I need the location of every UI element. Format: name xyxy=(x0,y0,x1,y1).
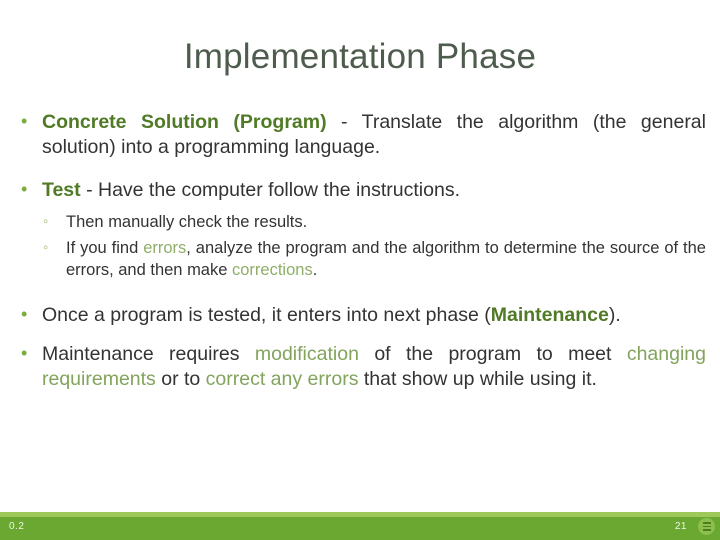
slide-footer: 0.2 21 xyxy=(0,512,720,540)
bullet-test: Test - Have the computer follow the inst… xyxy=(14,177,706,203)
keyword-corrections: corrections xyxy=(232,261,313,279)
keyword-concrete-solution: Concrete Solution (Program) xyxy=(42,111,327,133)
menu-line-3 xyxy=(702,529,711,531)
footer-version-label: 0.2 xyxy=(9,521,25,532)
bullet-once-tested-part2: ). xyxy=(608,304,621,326)
footer-page-number: 21 xyxy=(674,521,687,532)
keyword-modification: modification xyxy=(254,343,359,365)
bullet-maintenance-part2: of the program to meet xyxy=(358,343,627,365)
slide-body: Concrete Solution (Program) - Translate … xyxy=(14,109,706,392)
keyword-maintenance: Maintenance xyxy=(490,304,609,326)
sub-bullet-find-errors-part1: If you find xyxy=(66,239,144,257)
sub-bullet-find-errors-part3: . xyxy=(312,261,318,279)
sub-bullet-manual-check: Then manually check the results. xyxy=(28,211,706,233)
bullet-maintenance-part1: Maintenance requires xyxy=(42,343,255,365)
keyword-errors: errors xyxy=(143,239,187,257)
keyword-correct-any-errors: correct any errors xyxy=(205,368,359,390)
sub-bullet-find-errors: If you find errors, analyze the program … xyxy=(28,237,706,281)
menu-line-2 xyxy=(702,525,711,528)
bullet-test-text: - Have the computer follow the instructi… xyxy=(80,179,460,201)
bullet-maintenance-part4: that show up while using it. xyxy=(358,368,597,390)
page-title: Implementation Phase xyxy=(183,37,537,76)
bullet-maintenance-requires: Maintenance requires modification of the… xyxy=(14,341,706,392)
menu-line-1 xyxy=(702,522,711,524)
footer-bar xyxy=(0,517,720,540)
menu-circle-icon[interactable] xyxy=(698,518,715,535)
bullet-concrete-solution: Concrete Solution (Program) - Translate … xyxy=(14,109,706,160)
keyword-test: Test xyxy=(42,179,81,201)
bullet-maintenance-part3: or to xyxy=(155,368,206,390)
sub-bullet-manual-check-text: Then manually check the results. xyxy=(66,213,308,231)
bullet-once-tested: Once a program is tested, it enters into… xyxy=(14,302,706,328)
slide-canvas: Implementation Phase Concrete Solution (… xyxy=(0,0,720,540)
bullet-once-tested-part1: Once a program is tested, it enters into… xyxy=(42,304,491,326)
